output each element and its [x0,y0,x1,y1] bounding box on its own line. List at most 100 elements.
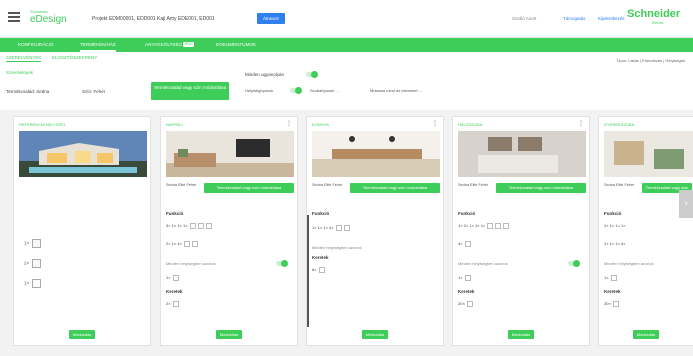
function-row-2: 2× 1× 4× [166,241,199,247]
tab-products[interactable]: TERMÉKEK/HÁZ [80,38,116,52]
function-heading: Funkció [604,211,622,216]
room-image [458,131,586,177]
tab-material-cost-label: ANYAGKÖLTSÉG [145,42,183,47]
function-row-2: 1× 1× 1× 4× [604,241,626,246]
top-bar: Schneider eDesign Projekt EDM00001, EDD0… [0,0,693,38]
more-options-icon[interactable]: ⋮ [432,120,438,127]
switches-section-label: Szerelvények [6,70,34,75]
frame-row: 20× [604,301,620,307]
support-link[interactable]: Támogatás [563,16,586,21]
modify-button[interactable]: Módosítás [69,330,95,339]
filters-panel: Szerelvények Termékcsalád: Sedna Szín: F… [0,64,693,106]
room-card-living: Nappali ⋮ Sedna Elité Fehér Termékcsalád… [160,116,298,346]
socket-icon [464,241,471,247]
card-status: Sedna Elité Fehér [458,183,489,187]
brand-sub: Electric [652,21,664,25]
frames-heading: Keretek [166,289,183,294]
chevron-right-icon[interactable]: › [679,190,693,218]
switch-icon [189,223,196,229]
ref-row-2: 2× [24,259,42,268]
same-option-toggle[interactable] [568,260,580,267]
function-heading: Funkció [458,211,476,216]
hamburger-menu-icon[interactable] [8,12,20,22]
function-row-1-text: 3× 1× 1× 1× [166,223,188,229]
more-options-icon[interactable]: ⋮ [578,120,584,127]
app-logo[interactable]: Schneider eDesign [30,9,67,25]
function-heading: Funkció [166,211,184,216]
ref-row-3: 1× [24,279,42,288]
function-row-1: 1× 1× 1× 1× [604,223,626,228]
frame-icon [32,279,42,288]
frame-icon [318,267,325,273]
extra-row-text: 1× [458,275,463,281]
more-options-icon[interactable]: ⋮ [286,120,292,127]
card-title: Referencia helyiség [19,122,66,127]
room-image [312,131,440,177]
card-status: Sedna Elité Fehér [166,183,197,187]
socket-icon [343,225,350,231]
room-type-label: Helyiségtípusok [245,88,274,93]
switch-icon [184,241,191,247]
user-menu[interactable]: Szabó Anett [512,16,536,21]
logo-big-text: eDesign [30,14,67,25]
brand-logo: Schneider [627,8,681,20]
modify-button[interactable]: Módosítás [633,330,659,339]
room-card-kitchen: Konyha ⋮ Sedna Elité Fehér Termékcsalád … [306,116,444,346]
frame-icon [172,301,179,307]
logout-link[interactable]: Kijelentkezés [598,16,625,21]
switch-icon [197,223,204,229]
project-title: Projekt EDM00001, EDD001 Kaji Amy EDE001… [92,16,215,22]
frame-row-text: 6× [312,267,317,273]
extra-row-text: 1× [166,275,171,281]
function-row-2-text: 4× [458,241,463,247]
socket-icon [503,223,510,229]
change-family-button[interactable]: Termékcsalád vagy szín módosítása [204,183,294,193]
change-family-button[interactable]: Termékcsalád vagy szín módosítása [496,183,586,193]
frame-row-text: 20× [458,301,465,307]
frame-row: 2× [166,301,180,307]
modify-button[interactable]: Módosítás [362,330,388,339]
main-tab-bar: KONFIGURÁCIÓ TERMÉKEK/HÁZ ANYAGKÖLTSÉG P… [0,38,693,52]
same-everywhere-toggle[interactable] [306,71,318,78]
frame-row-text: 2× [166,301,171,307]
room-type-dropdown[interactable]: Szobatípusok ... [310,88,339,93]
same-option-label: Minden helyiségben azonos [166,261,216,266]
product-family-label: Termékcsalád: Sedna [6,89,50,94]
pro-badge: PRO [183,42,194,48]
switch-icon [610,275,617,281]
frame-icon [612,301,619,307]
ref-row-1: 1× [24,239,42,248]
socket-icon [192,241,199,247]
same-option-toggle[interactable] [276,260,288,267]
function-row-2-text: 2× 1× 4× [166,241,182,247]
tab-documents[interactable]: DOKUMENTUMOK [216,38,256,52]
color-label: Szín: Fehér [82,89,106,94]
change-family-button[interactable]: Termékcsalád vagy szín módosítása [350,183,440,193]
room-type-toggle[interactable] [290,87,302,94]
function-row-1: 3× 1× 1× 1× [166,223,213,229]
switch-icon [495,223,502,229]
card-status: Sedna Elité Fehér [312,183,343,187]
room-cards-grid: Referencia helyiség 1× 2× 1× Módosítás N… [0,110,693,356]
subtab-switches[interactable]: SZERELVÉNYEK [6,55,42,62]
rename-button[interactable]: Átnevez [257,13,285,24]
modify-button[interactable]: Módosítás [508,330,534,339]
function-row-2: 4× [458,241,472,247]
function-row-2-text: 1× 1× 1× 4× [604,241,626,246]
same-option-label: Minden helyiségben azonos [312,245,362,250]
subtab-distribution-board[interactable]: ELOSZTÓSZEKRÉNY [52,55,97,60]
socket-icon [205,223,212,229]
frames-heading: Keretek [604,289,621,294]
change-family-button[interactable]: Termékcsalád vagy szín módosítása [151,82,229,100]
show-all-dropdown[interactable]: Mutassa mind az elemeket ... [370,88,422,93]
same-option-label: Minden helyiségben azonos [604,261,654,266]
extra-row-text: 1× [604,275,609,281]
switch-icon [487,223,494,229]
modify-button[interactable]: Módosítás [216,330,242,339]
types-breadcrumb: Típus: Lakás | Elrendezés | Helyiségek [616,58,685,63]
switch-icon [335,225,342,231]
tab-configuration[interactable]: KONFIGURÁCIÓ [18,38,53,52]
frame-icon [466,301,473,307]
tab-material-cost[interactable]: ANYAGKÖLTSÉG PRO [145,38,194,52]
switch-icon [32,239,42,248]
